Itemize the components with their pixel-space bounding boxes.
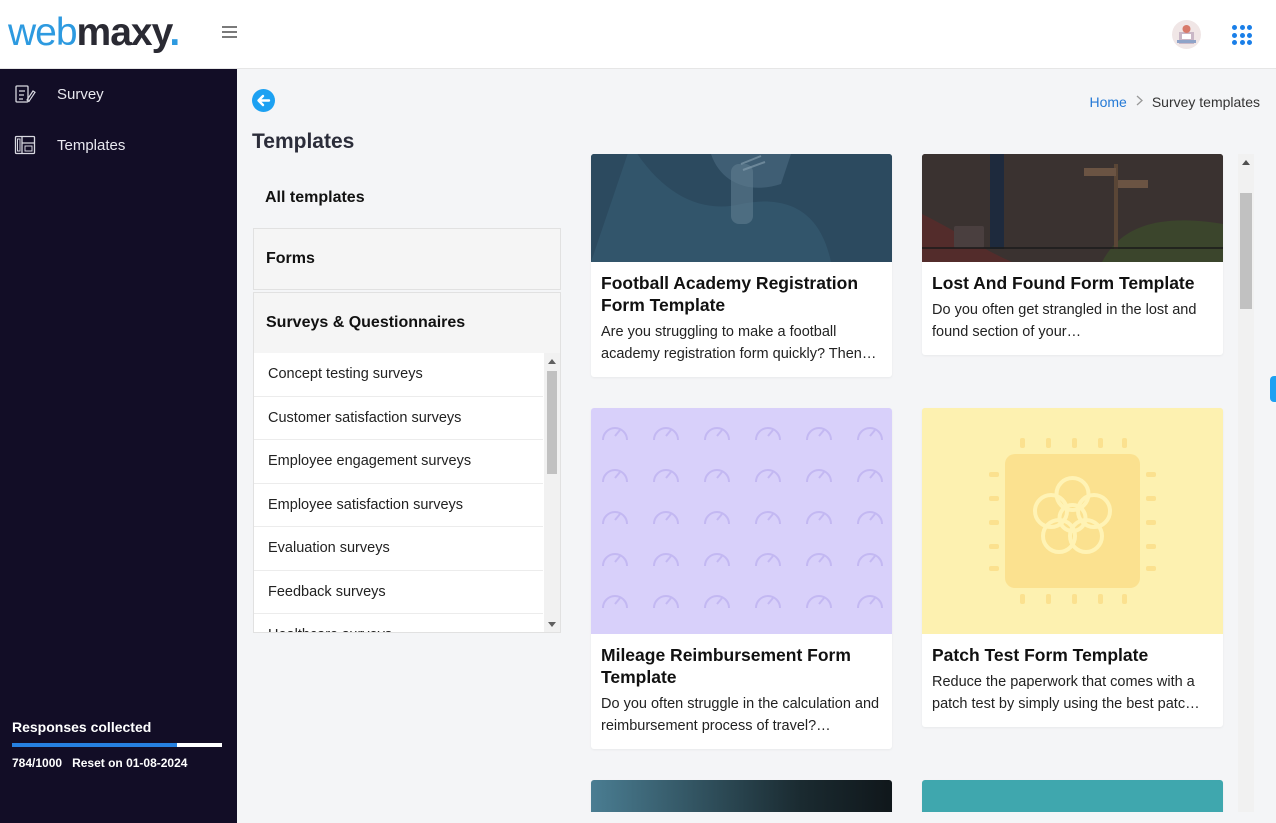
surveys-subcategory-list: Concept testing surveys Customer satisfa… [253, 353, 561, 633]
back-button[interactable] [252, 89, 275, 112]
card-description: Are you struggling to make a football ac… [601, 324, 877, 362]
patch-illustration [922, 408, 1223, 634]
template-card-partial[interactable] [922, 780, 1223, 812]
card-description: Do you often struggle in the calculation… [601, 696, 880, 734]
template-cards-grid: Football Academy Registration Form Templ… [580, 154, 1236, 812]
survey-icon [15, 85, 36, 103]
football-illustration [591, 154, 892, 262]
responses-progress-bar [12, 743, 222, 747]
scroll-down-icon[interactable] [548, 622, 556, 627]
card-title: Football Academy Registration Form Templ… [601, 273, 859, 315]
avatar-icon [1177, 25, 1196, 44]
logo-dot: . [169, 11, 180, 54]
templates-icon [14, 135, 36, 155]
sidebar-item-templates[interactable]: Templates [0, 125, 237, 165]
scrollbar-thumb[interactable] [1240, 193, 1252, 309]
responses-progress-fill [12, 743, 177, 747]
breadcrumb: Home Survey templates [1089, 94, 1260, 110]
logo-text-maxy: maxy [76, 11, 171, 54]
card-description: Reduce the paperwork that comes with a p… [932, 674, 1200, 712]
card-description: Do you often get strangled in the lost a… [932, 302, 1197, 340]
responses-collected-panel: Responses collected 784/1000 Reset on 01-… [12, 719, 222, 770]
scroll-up-icon[interactable] [1242, 160, 1250, 165]
breadcrumb-home-link[interactable]: Home [1089, 94, 1126, 110]
webmaxy-logo[interactable]: webmaxy. [8, 10, 180, 56]
sidebar-item-survey[interactable]: Survey [0, 74, 237, 114]
category-forms[interactable]: Forms [253, 228, 561, 290]
sidebar-item-label: Survey [57, 85, 104, 103]
menu-toggle-icon[interactable] [222, 26, 237, 38]
sidebar-item-label: Templates [57, 136, 126, 154]
sidebar: Survey Templates Responses collected 784… [0, 69, 237, 823]
responses-reset-date: Reset on 01-08-2024 [72, 756, 188, 770]
feedback-side-tab[interactable] [1270, 376, 1276, 402]
responses-count: 784/1000 [12, 756, 63, 770]
subcategory-item[interactable]: Healthcare surveys [254, 614, 543, 632]
subcategory-item[interactable]: Customer satisfaction surveys [254, 397, 543, 440]
responses-stats: 784/1000 Reset on 01-08-2024 [12, 756, 222, 770]
card-title: Lost And Found Form Template [932, 273, 1195, 293]
subcategory-item[interactable]: Concept testing surveys [254, 353, 543, 397]
card-title: Mileage Reimbursement Form Template [601, 645, 851, 687]
chevron-right-icon [1136, 95, 1143, 109]
category-all-templates[interactable]: All templates [253, 170, 561, 226]
subcategory-item[interactable]: Employee satisfaction surveys [254, 484, 543, 527]
subcategory-scrollbar[interactable] [544, 353, 560, 632]
user-avatar[interactable] [1172, 20, 1201, 49]
apps-grid-icon[interactable] [1232, 25, 1252, 45]
template-card[interactable]: Lost And Found Form Template Do you ofte… [922, 154, 1223, 355]
subcategory-item[interactable]: Employee engagement surveys [254, 440, 543, 484]
breadcrumb-current: Survey templates [1151, 94, 1260, 110]
subcategory-item[interactable]: Evaluation surveys [254, 527, 543, 571]
scroll-up-icon[interactable] [548, 359, 556, 364]
page-title: Templates [252, 130, 355, 153]
scrollbar-thumb[interactable] [547, 371, 557, 474]
card-title: Patch Test Form Template [932, 645, 1149, 665]
speedometer-pattern-image [591, 408, 892, 634]
logo-text-web: web [8, 11, 78, 54]
template-card[interactable]: Mileage Reimbursement Form Template Do y… [591, 408, 892, 749]
responses-title: Responses collected [12, 719, 152, 735]
top-header: webmaxy. [0, 0, 1276, 69]
subcategory-item[interactable]: Feedback surveys [254, 571, 543, 614]
template-card[interactable]: Football Academy Registration Form Templ… [591, 154, 892, 377]
main-scrollbar[interactable] [1238, 154, 1254, 812]
arrow-left-icon [257, 94, 271, 107]
lost-and-found-illustration [922, 154, 1223, 262]
template-card-partial[interactable] [591, 780, 892, 812]
template-card[interactable]: Patch Test Form Template Reduce the pape… [922, 408, 1223, 727]
category-surveys-questionnaires[interactable]: Surveys & Questionnaires [253, 292, 561, 354]
